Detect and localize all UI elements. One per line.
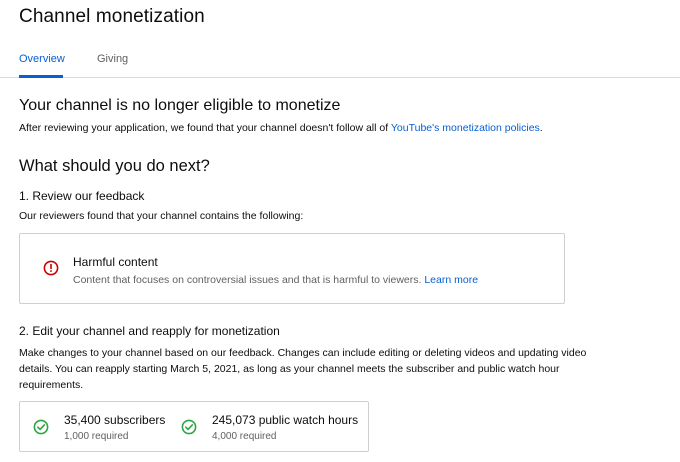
next-steps-heading: What should you do next? bbox=[19, 157, 210, 175]
tab-bar: Overview Giving bbox=[0, 44, 680, 78]
eligibility-status-description: After reviewing your application, we fou… bbox=[19, 122, 543, 134]
review-feedback-heading: 1. Review our feedback bbox=[19, 189, 145, 203]
requirements-card: 35,400 subscribers 1,000 required 245,07… bbox=[19, 401, 369, 452]
status-description-text: After reviewing your application, we fou… bbox=[19, 122, 391, 134]
reapply-heading: 2. Edit your channel and reapply for mon… bbox=[19, 324, 280, 338]
subscribers-required: 1,000 required bbox=[64, 431, 129, 442]
review-feedback-description: Our reviewers found that your channel co… bbox=[19, 210, 304, 222]
watch-hours-required: 4,000 required bbox=[212, 431, 277, 442]
check-circle-icon bbox=[181, 419, 197, 435]
learn-more-link[interactable]: Learn more bbox=[424, 274, 478, 286]
feedback-title: Harmful content bbox=[73, 255, 158, 269]
page-title: Channel monetization bbox=[19, 6, 205, 27]
feedback-card: Harmful content Content that focuses on … bbox=[19, 233, 565, 304]
active-tab-indicator bbox=[19, 75, 63, 78]
watch-hours-count: 245,073 public watch hours bbox=[212, 413, 359, 427]
monetization-policies-link[interactable]: YouTube's monetization policies bbox=[391, 122, 540, 134]
status-description-end: . bbox=[539, 122, 543, 134]
feedback-description-text: Content that focuses on controversial is… bbox=[73, 274, 425, 286]
tab-overview[interactable]: Overview bbox=[19, 53, 65, 65]
feedback-description: Content that focuses on controversial is… bbox=[73, 274, 478, 286]
check-circle-icon bbox=[33, 419, 49, 435]
subscribers-count: 35,400 subscribers bbox=[64, 413, 166, 427]
tab-giving[interactable]: Giving bbox=[97, 53, 128, 65]
eligibility-status-heading: Your channel is no longer eligible to mo… bbox=[19, 97, 341, 114]
reapply-description: Make changes to your channel based on ou… bbox=[19, 347, 587, 391]
error-circle-icon bbox=[43, 260, 59, 276]
